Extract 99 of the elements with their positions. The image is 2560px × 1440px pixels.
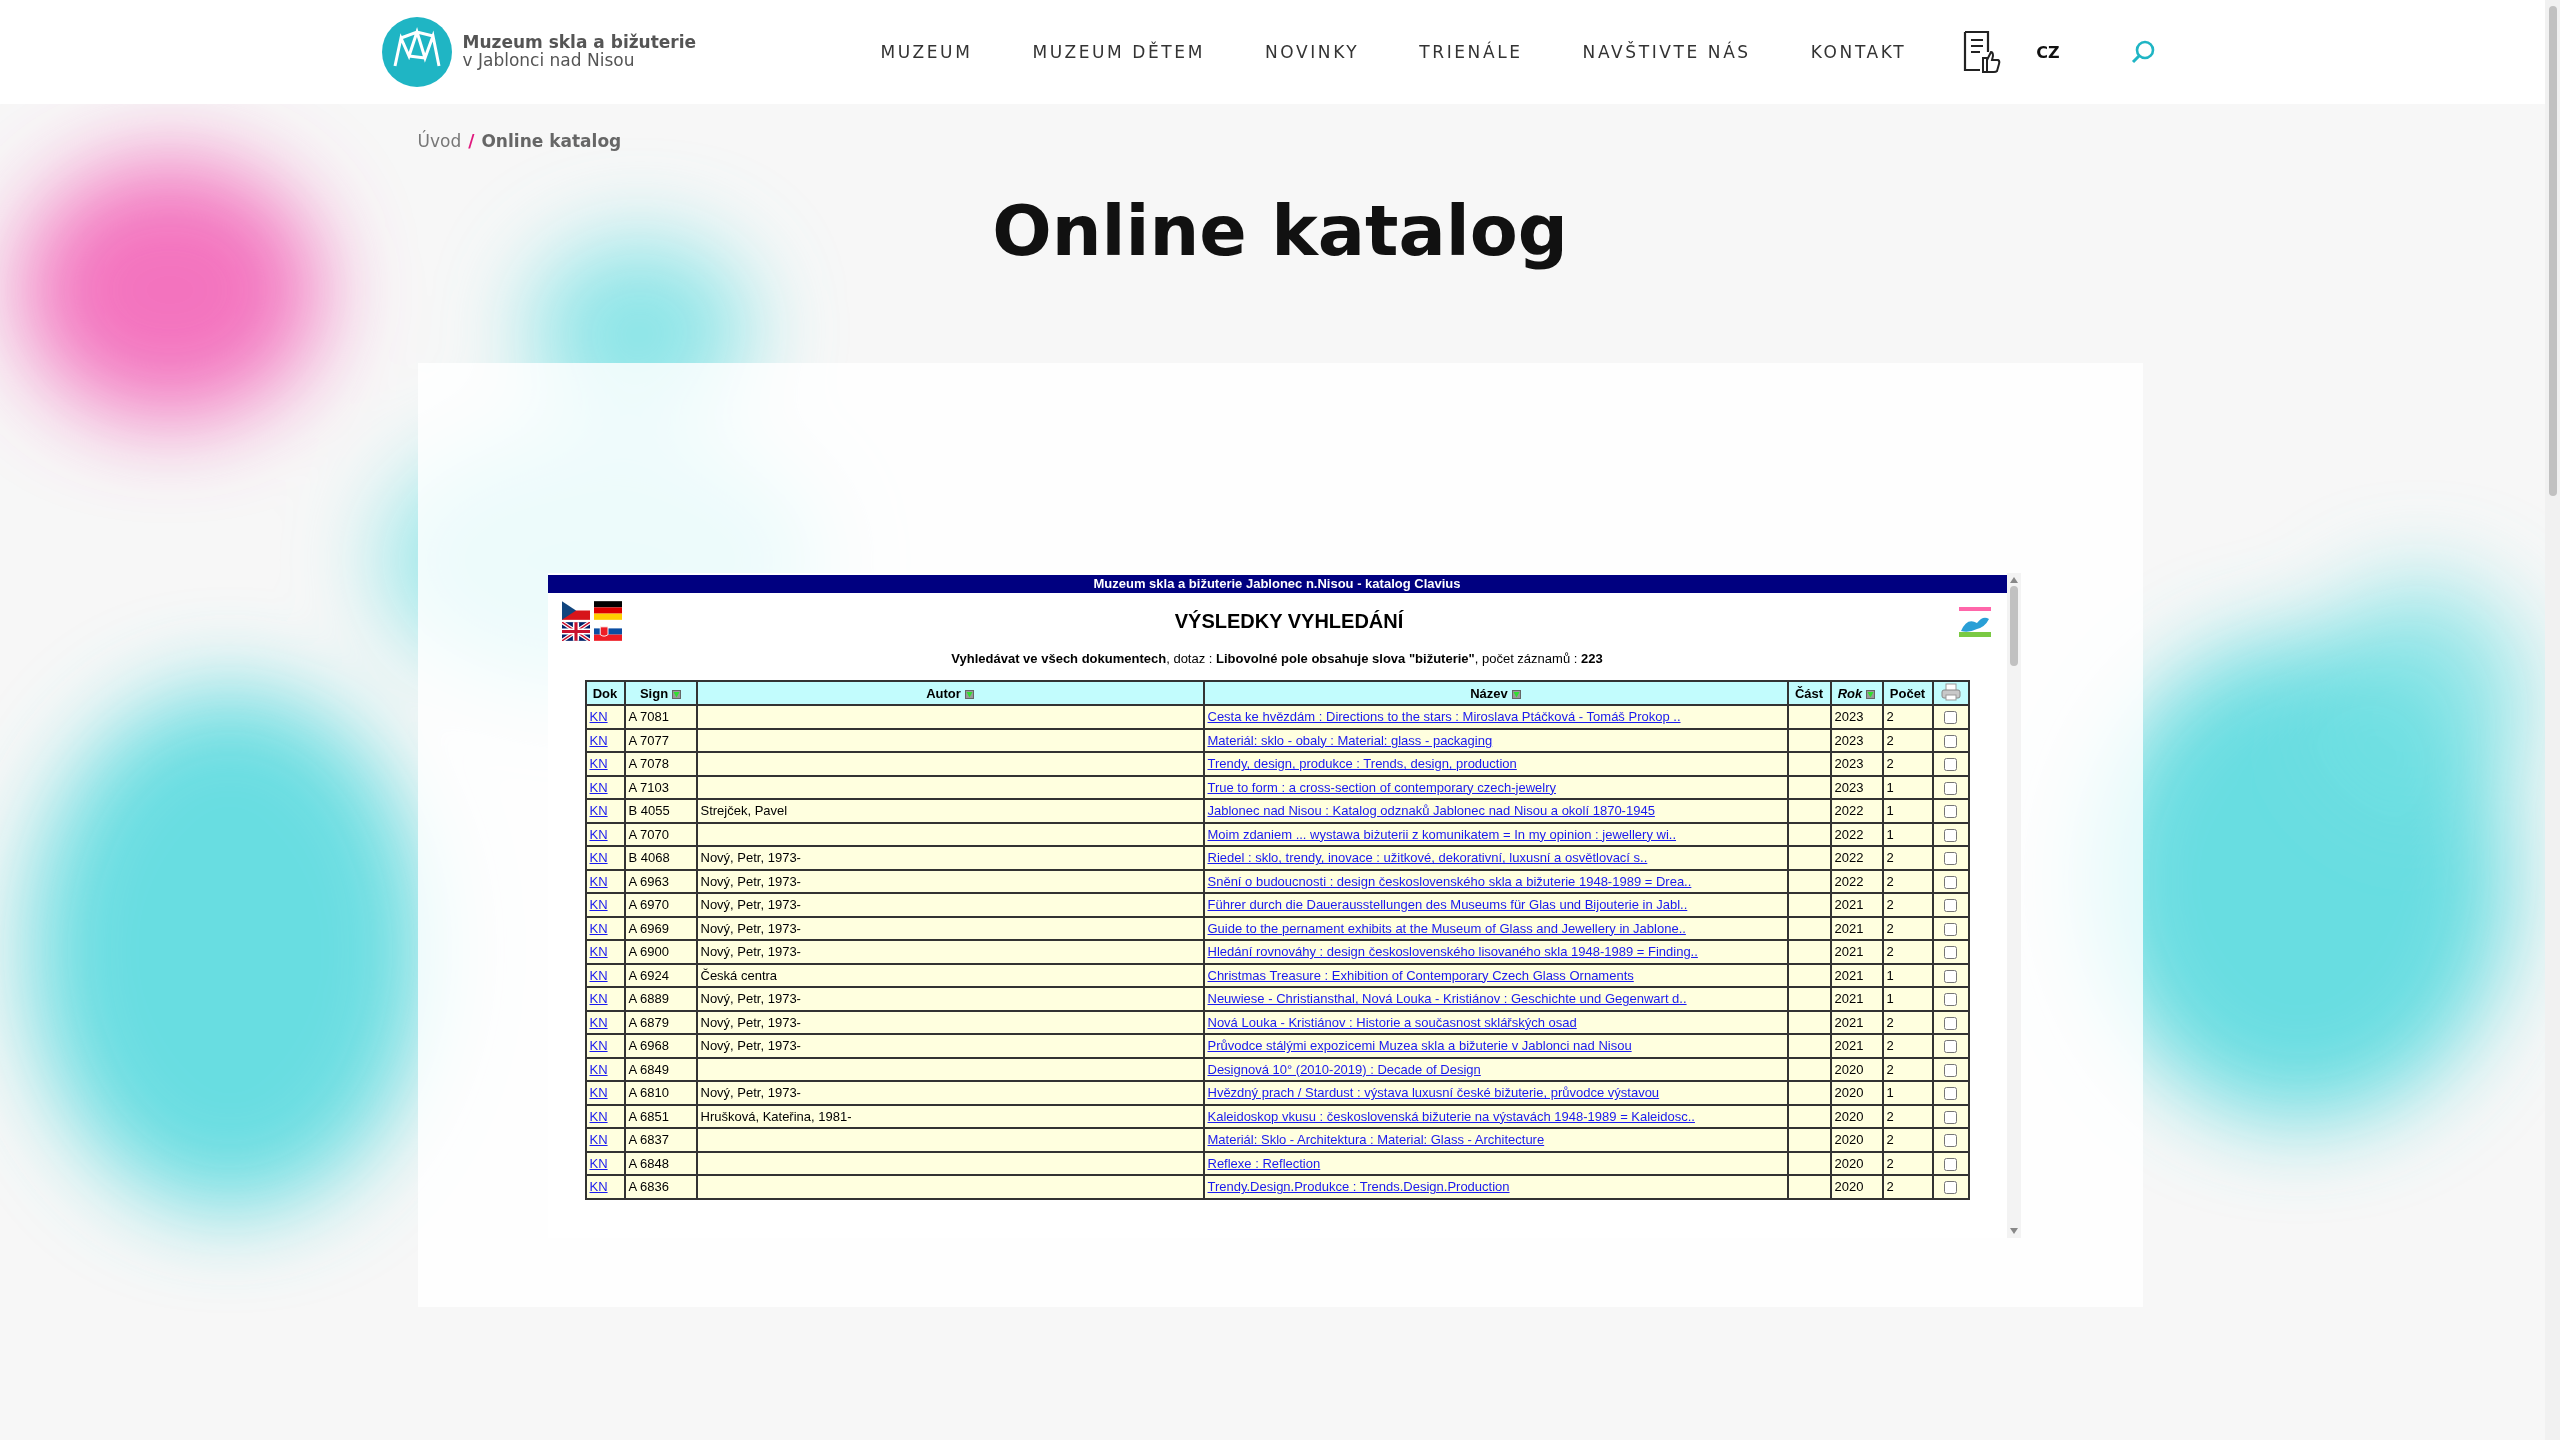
count-text: 2 bbox=[1886, 897, 1894, 913]
nav-link[interactable]: MUZEUM bbox=[880, 42, 973, 62]
signature-text: B 4068 bbox=[628, 850, 670, 866]
nav-link[interactable]: MUZEUM DĚTEM bbox=[1032, 42, 1205, 62]
author-text: Nový, Petr, 1973- bbox=[700, 1014, 801, 1030]
signature-text: A 7081 bbox=[628, 709, 669, 725]
author-text: Nový, Petr, 1973- bbox=[700, 873, 801, 889]
count-text: 1 bbox=[1886, 967, 1894, 983]
count-text: 2 bbox=[1886, 1155, 1894, 1171]
author-text: Nový, Petr, 1973- bbox=[700, 1085, 801, 1101]
year-text: 2020 bbox=[1834, 1132, 1864, 1148]
year-text: 2023 bbox=[1834, 709, 1864, 725]
year-text: 2021 bbox=[1834, 920, 1864, 936]
signature-text: A 6970 bbox=[628, 897, 669, 913]
author-text: Strejček, Pavel bbox=[700, 803, 788, 819]
year-text: 2023 bbox=[1834, 756, 1864, 772]
column-header[interactable]: Počet bbox=[1882, 681, 1933, 705]
count-text: 2 bbox=[1886, 850, 1894, 866]
results-heading: VÝSLEDKY VYHLEDÁNÍ bbox=[1173, 609, 1405, 633]
nav-link[interactable]: KONTAKT bbox=[1810, 42, 1907, 62]
count-text: 2 bbox=[1886, 1179, 1894, 1195]
column-header[interactable]: Rok bbox=[1830, 681, 1883, 705]
count-text: 2 bbox=[1886, 1108, 1894, 1124]
nav-link[interactable]: TRIENÁLE bbox=[1419, 42, 1523, 62]
signature-text: A 6924 bbox=[628, 967, 669, 983]
year-text: 2022 bbox=[1834, 873, 1864, 889]
count-text: 2 bbox=[1886, 873, 1894, 889]
signature-text: A 7077 bbox=[628, 732, 669, 748]
signature-text: A 6848 bbox=[628, 1155, 669, 1171]
count-text: 2 bbox=[1886, 1014, 1894, 1030]
nav-link[interactable]: NOVINKY bbox=[1264, 42, 1360, 62]
signature-text: A 6837 bbox=[628, 1132, 669, 1148]
signature-text: A 6851 bbox=[628, 1108, 669, 1124]
year-text: 2022 bbox=[1834, 850, 1864, 866]
year-text: 2021 bbox=[1834, 1014, 1864, 1030]
column-header[interactable]: Dok bbox=[585, 681, 625, 705]
column-header[interactable]: Sign bbox=[624, 681, 697, 705]
page-title: Online katalog bbox=[991, 189, 1569, 273]
year-text: 2022 bbox=[1834, 826, 1864, 842]
signature-text: A 6969 bbox=[628, 920, 669, 936]
count-text: 1 bbox=[1886, 991, 1894, 1007]
count-text: 1 bbox=[1886, 826, 1894, 842]
count-text: 2 bbox=[1886, 1132, 1894, 1148]
count-text: 2 bbox=[1886, 1038, 1894, 1054]
year-text: 2023 bbox=[1834, 779, 1864, 795]
count-text: 2 bbox=[1886, 1061, 1894, 1077]
signature-text: A 6836 bbox=[628, 1179, 669, 1195]
author-text: Nový, Petr, 1973- bbox=[700, 920, 801, 936]
count-text: 1 bbox=[1886, 1085, 1894, 1101]
year-text: 2020 bbox=[1834, 1085, 1864, 1101]
logo-subtitle[interactable]: v Jablonci nad Nisou bbox=[462, 52, 697, 70]
breadcrumb-separator: / bbox=[468, 131, 475, 151]
signature-text: A 6810 bbox=[628, 1085, 669, 1101]
breadcrumb-link[interactable]: Úvod bbox=[417, 131, 462, 151]
count-text: 2 bbox=[1886, 920, 1894, 936]
year-text: 2022 bbox=[1834, 803, 1864, 819]
year-text: 2020 bbox=[1834, 1155, 1864, 1171]
count-text: 2 bbox=[1886, 732, 1894, 748]
signature-text: A 7103 bbox=[628, 779, 669, 795]
year-text: 2023 bbox=[1834, 732, 1864, 748]
year-text: 2021 bbox=[1834, 967, 1864, 983]
year-text: 2020 bbox=[1834, 1061, 1864, 1077]
count-text: 2 bbox=[1886, 709, 1894, 725]
signature-text: A 6889 bbox=[628, 991, 669, 1007]
language-switch[interactable]: CZ bbox=[2036, 42, 2060, 62]
year-text: 2020 bbox=[1834, 1108, 1864, 1124]
breadcrumb-link[interactable]: Online katalog bbox=[481, 131, 622, 151]
signature-text: A 6900 bbox=[628, 944, 669, 960]
author-text: Nový, Petr, 1973- bbox=[700, 944, 801, 960]
column-header[interactable]: Část bbox=[1787, 681, 1831, 705]
author-text: Nový, Petr, 1973- bbox=[700, 991, 801, 1007]
year-text: 2021 bbox=[1834, 1038, 1864, 1054]
signature-text: B 4055 bbox=[628, 803, 670, 819]
count-text: 1 bbox=[1886, 803, 1894, 819]
author-text: Nový, Petr, 1973- bbox=[700, 897, 801, 913]
count-text: 2 bbox=[1886, 944, 1894, 960]
year-text: 2020 bbox=[1834, 1179, 1864, 1195]
year-text: 2021 bbox=[1834, 991, 1864, 1007]
author-text: Nový, Petr, 1973- bbox=[700, 1038, 801, 1054]
catalog-banner: Muzeum skla a bižuterie Jablonec n.Nisou - katalog Clavius bbox=[547, 575, 2007, 593]
signature-text: A 6879 bbox=[628, 1014, 669, 1030]
year-text: 2021 bbox=[1834, 897, 1864, 913]
title-link[interactable]: Reflexe : Reflection bbox=[1207, 1155, 1321, 1171]
query-summary: Vyhledávat ve všech dokumentech, dotaz : Libovolné pole obsahuje slova "bižuterie", počet záznamů : 223 bbox=[950, 651, 1604, 666]
author-text: Nový, Petr, 1973- bbox=[700, 850, 801, 866]
column-header[interactable]: Autor bbox=[696, 681, 1204, 705]
signature-text: A 6963 bbox=[628, 873, 669, 889]
author-text: Hrušková, Kateřina, 1981- bbox=[700, 1108, 852, 1124]
logo-title[interactable]: Muzeum skla a bižuterie bbox=[462, 34, 697, 52]
signature-text: A 6849 bbox=[628, 1061, 669, 1077]
count-text: 2 bbox=[1886, 756, 1894, 772]
year-text: 2021 bbox=[1834, 944, 1864, 960]
signature-text: A 7078 bbox=[628, 756, 669, 772]
signature-text: A 6968 bbox=[628, 1038, 669, 1054]
count-text: 1 bbox=[1886, 779, 1894, 795]
author-text: Česká centra bbox=[700, 967, 778, 983]
column-header[interactable]: Název bbox=[1203, 681, 1788, 705]
signature-text: A 7070 bbox=[628, 826, 669, 842]
nav-link[interactable]: NAVŠTIVTE NÁS bbox=[1582, 42, 1751, 62]
